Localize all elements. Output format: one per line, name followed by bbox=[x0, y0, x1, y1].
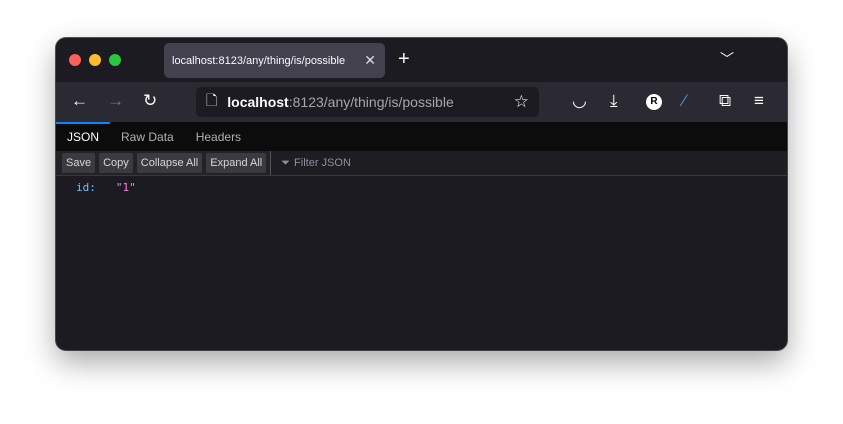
save-button[interactable]: Save bbox=[62, 153, 96, 173]
browser-tab[interactable]: localhost:8123/any/thing/is/possible ✕ bbox=[164, 43, 385, 78]
filter-icon: ⏷ bbox=[281, 156, 291, 169]
expand-all-button[interactable]: Expand All bbox=[206, 153, 267, 173]
forward-icon[interactable]: → bbox=[107, 91, 124, 111]
address-bar[interactable]: 🗋 localhost:8123/any/thing/is/possible ☆ bbox=[196, 87, 539, 117]
url-host: localhost bbox=[227, 94, 289, 110]
maximize-window-button[interactable] bbox=[109, 54, 121, 66]
filter-json-input[interactable]: ⏷ Filter JSON bbox=[270, 151, 787, 175]
url-path: :8123/any/thing/is/possible bbox=[288, 94, 454, 110]
json-viewer-tabs: JSON Raw Data Headers bbox=[56, 122, 787, 151]
bookmark-star-icon[interactable]: ☆ bbox=[514, 92, 529, 112]
new-tab-button[interactable]: + bbox=[398, 48, 410, 71]
copy-button[interactable]: Copy bbox=[99, 153, 133, 173]
browser-window: localhost:8123/any/thing/is/possible ✕ + … bbox=[56, 38, 787, 350]
list-tabs-chevron-icon[interactable]: ﹀ bbox=[720, 49, 734, 69]
close-tab-icon[interactable]: ✕ bbox=[364, 52, 376, 69]
minimize-window-button[interactable] bbox=[89, 54, 101, 66]
extensions-icon[interactable]: ⧉ bbox=[719, 91, 731, 111]
collapse-all-button[interactable]: Collapse All bbox=[136, 153, 203, 173]
menu-icon[interactable]: ≡ bbox=[754, 91, 764, 111]
close-window-button[interactable] bbox=[69, 54, 81, 66]
account-avatar[interactable]: R bbox=[646, 94, 662, 110]
back-icon[interactable]: ← bbox=[71, 91, 88, 111]
nav-toolbar: ← → ↻ 🗋 localhost:8123/any/thing/is/poss… bbox=[56, 82, 787, 122]
downloads-icon[interactable]: ⤓ bbox=[610, 91, 618, 111]
filter-placeholder: Filter JSON bbox=[294, 157, 351, 169]
eyedropper-icon[interactable]: ⁄ bbox=[683, 91, 686, 111]
json-toolbar: Save Copy Collapse All Expand All ⏷ Filte… bbox=[56, 151, 787, 176]
json-value: "1" bbox=[115, 181, 136, 194]
tab-title: localhost:8123/any/thing/is/possible bbox=[172, 54, 346, 67]
pocket-icon[interactable]: ◡ bbox=[572, 91, 587, 111]
json-row: id: "1" bbox=[56, 176, 787, 194]
title-bar: localhost:8123/any/thing/is/possible ✕ + … bbox=[56, 38, 787, 82]
tab-json[interactable]: JSON bbox=[56, 122, 111, 151]
tab-headers[interactable]: Headers bbox=[185, 122, 252, 151]
tab-raw-data[interactable]: Raw Data bbox=[110, 122, 185, 151]
json-key: id: bbox=[76, 181, 96, 194]
page-icon: 🗋 bbox=[206, 92, 218, 108]
reload-icon[interactable]: ↻ bbox=[143, 91, 157, 111]
